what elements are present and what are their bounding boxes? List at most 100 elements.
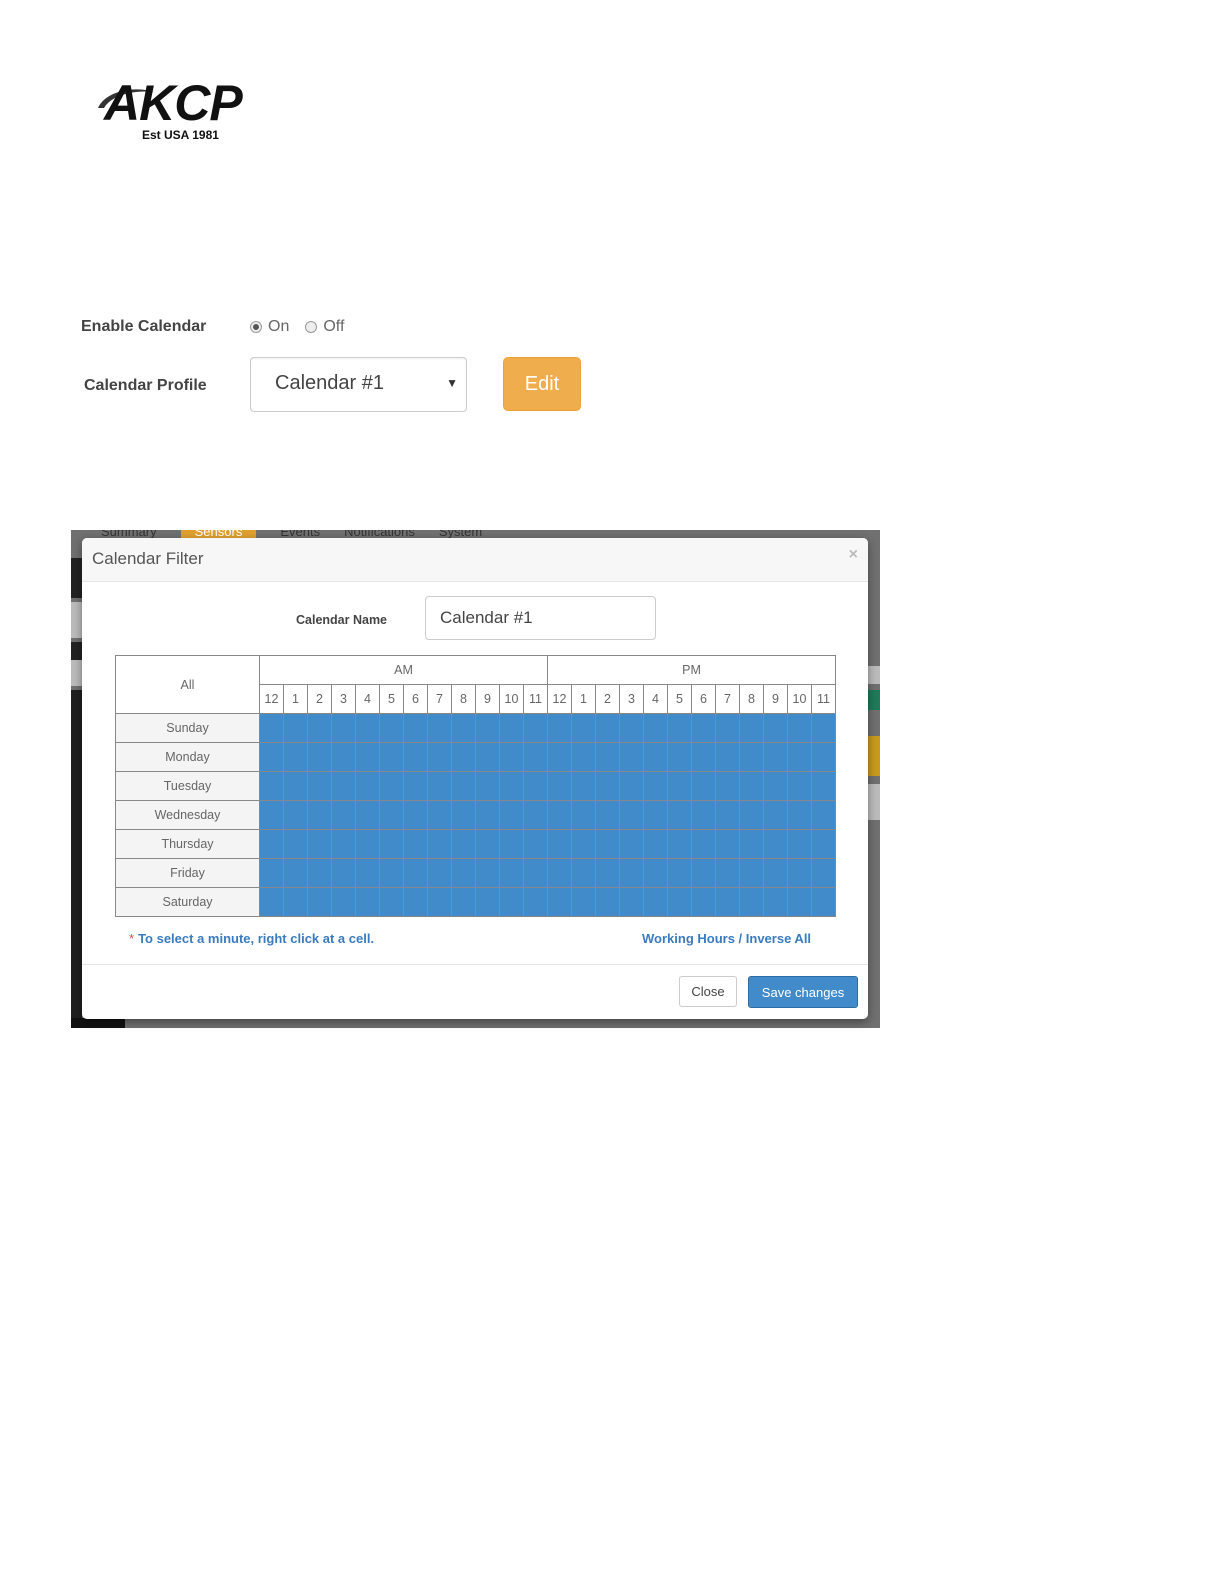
time-cell[interactable] [283,887,308,917]
time-cell[interactable] [307,800,332,830]
time-cell[interactable] [595,800,620,830]
day-label-friday[interactable]: Friday [115,858,260,888]
time-cell[interactable] [571,858,596,888]
time-cell[interactable] [427,742,452,772]
time-cell[interactable] [355,829,380,859]
hour-header-am-11[interactable]: 11 [523,684,548,714]
time-cell[interactable] [595,771,620,801]
time-cell[interactable] [691,800,716,830]
time-cell[interactable] [763,771,788,801]
time-cell[interactable] [667,887,692,917]
time-cell[interactable] [715,713,740,743]
time-cell[interactable] [763,887,788,917]
time-cell[interactable] [331,858,356,888]
pm-header[interactable]: PM [547,655,836,685]
time-cell[interactable] [331,829,356,859]
time-cell[interactable] [523,887,548,917]
time-cell[interactable] [451,858,476,888]
time-cell[interactable] [787,858,812,888]
time-cell[interactable] [403,742,428,772]
time-cell[interactable] [499,887,524,917]
time-cell[interactable] [619,858,644,888]
time-cell[interactable] [571,713,596,743]
hour-header-pm-8[interactable]: 8 [739,684,764,714]
time-cell[interactable] [667,713,692,743]
time-cell[interactable] [787,742,812,772]
time-cell[interactable] [643,829,668,859]
time-cell[interactable] [499,829,524,859]
time-cell[interactable] [739,800,764,830]
close-button[interactable]: Close [679,976,737,1007]
time-cell[interactable] [667,742,692,772]
time-cell[interactable] [475,800,500,830]
hour-header-pm-6[interactable]: 6 [691,684,716,714]
time-cell[interactable] [811,858,836,888]
time-cell[interactable] [403,858,428,888]
time-cell[interactable] [739,858,764,888]
time-cell[interactable] [331,887,356,917]
time-cell[interactable] [811,713,836,743]
day-label-wednesday[interactable]: Wednesday [115,800,260,830]
save-changes-button[interactable]: Save changes [748,976,858,1008]
day-label-thursday[interactable]: Thursday [115,829,260,859]
calendar-name-input[interactable]: Calendar #1 [425,596,656,640]
select-all-cell[interactable]: All [115,655,260,714]
time-cell[interactable] [307,887,332,917]
time-cell[interactable] [571,829,596,859]
hour-header-pm-11[interactable]: 11 [811,684,836,714]
am-header[interactable]: AM [259,655,548,685]
time-cell[interactable] [379,800,404,830]
day-label-tuesday[interactable]: Tuesday [115,771,260,801]
time-cell[interactable] [307,858,332,888]
time-cell[interactable] [379,829,404,859]
time-cell[interactable] [715,742,740,772]
time-cell[interactable] [403,887,428,917]
time-cell[interactable] [355,800,380,830]
time-cell[interactable] [787,713,812,743]
time-cell[interactable] [499,771,524,801]
time-cell[interactable] [499,713,524,743]
time-cell[interactable] [451,713,476,743]
time-cell[interactable] [667,800,692,830]
day-label-saturday[interactable]: Saturday [115,887,260,917]
time-cell[interactable] [691,858,716,888]
time-cell[interactable] [619,771,644,801]
hour-header-am-7[interactable]: 7 [427,684,452,714]
day-label-monday[interactable]: Monday [115,742,260,772]
hour-header-am-10[interactable]: 10 [499,684,524,714]
time-cell[interactable] [283,858,308,888]
time-cell[interactable] [787,800,812,830]
radio-off[interactable] [305,321,318,333]
time-cell[interactable] [667,771,692,801]
hour-header-pm-4[interactable]: 4 [643,684,668,714]
calendar-profile-select[interactable]: Calendar #1 ▼ [250,357,467,412]
hour-header-am-3[interactable]: 3 [331,684,356,714]
hour-header-am-4[interactable]: 4 [355,684,380,714]
time-cell[interactable] [811,771,836,801]
time-cell[interactable] [763,742,788,772]
time-cell[interactable] [523,829,548,859]
hour-header-am-5[interactable]: 5 [379,684,404,714]
time-cell[interactable] [571,771,596,801]
radio-on[interactable] [250,321,262,333]
time-cell[interactable] [691,771,716,801]
time-cell[interactable] [427,829,452,859]
time-cell[interactable] [283,742,308,772]
time-cell[interactable] [715,800,740,830]
time-cell[interactable] [427,771,452,801]
time-cell[interactable] [475,713,500,743]
time-cell[interactable] [259,713,284,743]
hour-header-am-8[interactable]: 8 [451,684,476,714]
time-cell[interactable] [547,800,572,830]
time-cell[interactable] [547,858,572,888]
time-cell[interactable] [595,829,620,859]
time-cell[interactable] [643,887,668,917]
time-cell[interactable] [307,742,332,772]
time-cell[interactable] [547,887,572,917]
hour-header-am-9[interactable]: 9 [475,684,500,714]
hour-header-am-6[interactable]: 6 [403,684,428,714]
time-cell[interactable] [643,800,668,830]
time-cell[interactable] [811,887,836,917]
time-cell[interactable] [499,742,524,772]
hour-header-pm-9[interactable]: 9 [763,684,788,714]
